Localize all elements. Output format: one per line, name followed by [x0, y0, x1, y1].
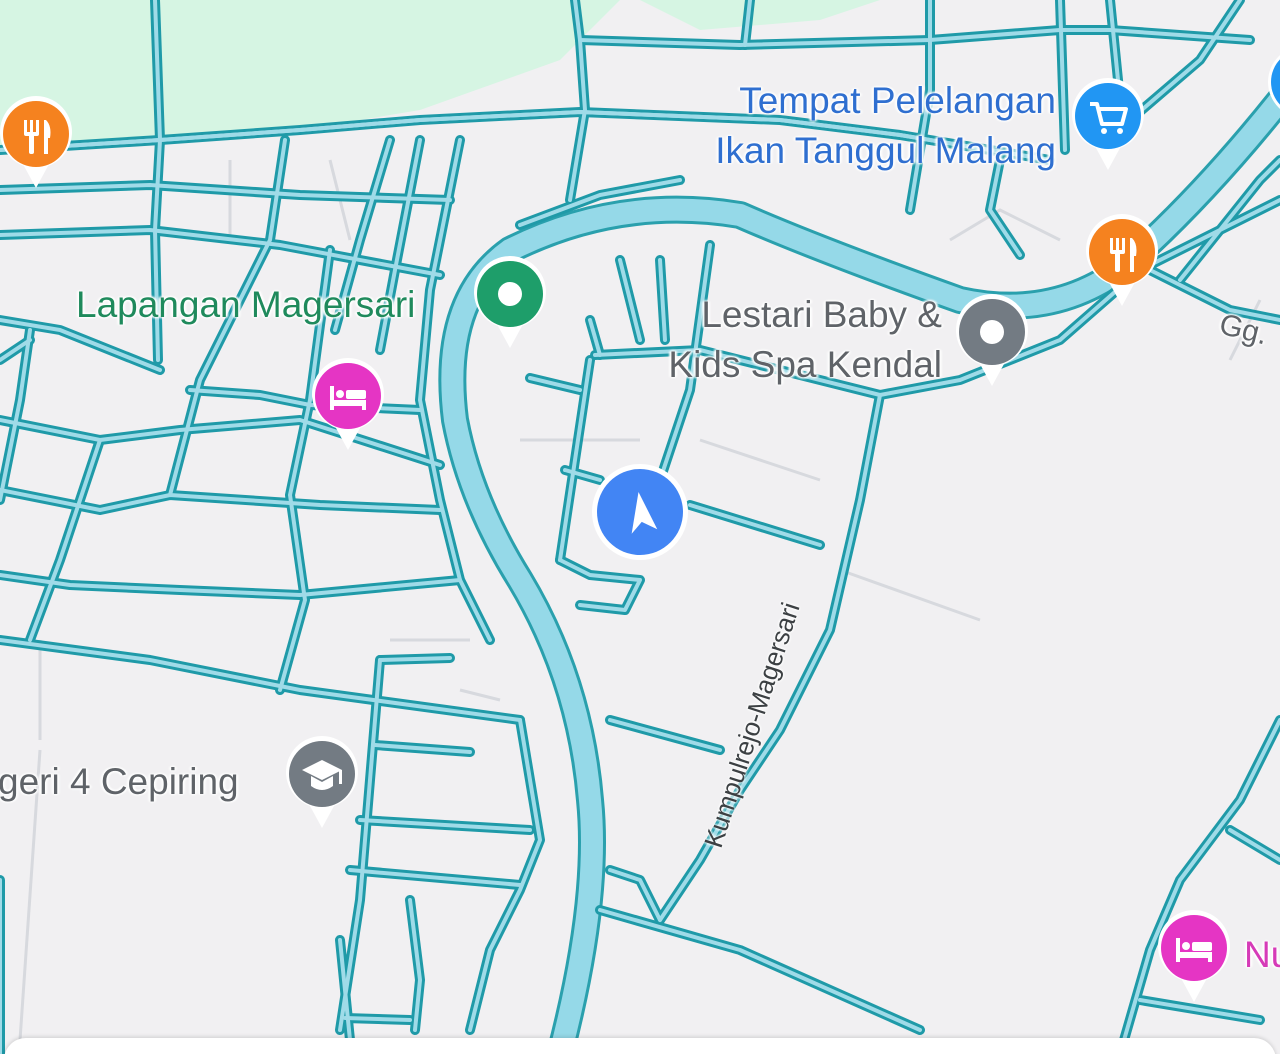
restaurant-pin-right[interactable]: [1084, 214, 1160, 310]
road-fill: [378, 656, 452, 662]
map-canvas[interactable]: Tempat Pelelangan Ikan Tanggul Malang La…: [0, 0, 1280, 1054]
park-pin[interactable]: [472, 256, 548, 352]
hotel-pin-nu[interactable]: [1156, 910, 1232, 1006]
label-line: Tempat Pelelangan: [739, 80, 1056, 121]
park-icon: [498, 282, 522, 306]
partial-pin-edge[interactable]: [1266, 44, 1280, 140]
label-line: Lestari Baby &: [701, 294, 942, 335]
current-location-marker[interactable]: [590, 462, 690, 562]
lestari-pin[interactable]: [954, 294, 1030, 390]
label-line: Lapangan Magersari: [76, 284, 416, 325]
label-lapangan-magersari[interactable]: Lapangan Magersari: [76, 280, 415, 330]
bottom-sheet[interactable]: [4, 1038, 1276, 1054]
label-line: Ikan Tanggul Malang: [715, 130, 1056, 171]
restaurant-pin-left[interactable]: [0, 96, 74, 192]
label-lestari[interactable]: Lestari Baby & Kids Spa Kendal: [640, 290, 942, 390]
label-line: geri 4 Cepiring: [0, 761, 239, 802]
label-line: Kids Spa Kendal: [668, 344, 942, 385]
label-tempat-pelelangan[interactable]: Tempat Pelelangan Ikan Tanggul Malang: [680, 76, 1056, 176]
place-icon: [980, 320, 1004, 344]
school-pin[interactable]: [284, 736, 360, 832]
road-fill: [343, 1016, 412, 1022]
label-sekolah[interactable]: geri 4 Cepiring: [0, 757, 239, 807]
label-line: Nu: [1244, 934, 1280, 975]
label-nu[interactable]: Nu: [1244, 930, 1280, 980]
hotel-pin-center[interactable]: [310, 358, 386, 454]
shopping-pin[interactable]: [1070, 78, 1146, 174]
